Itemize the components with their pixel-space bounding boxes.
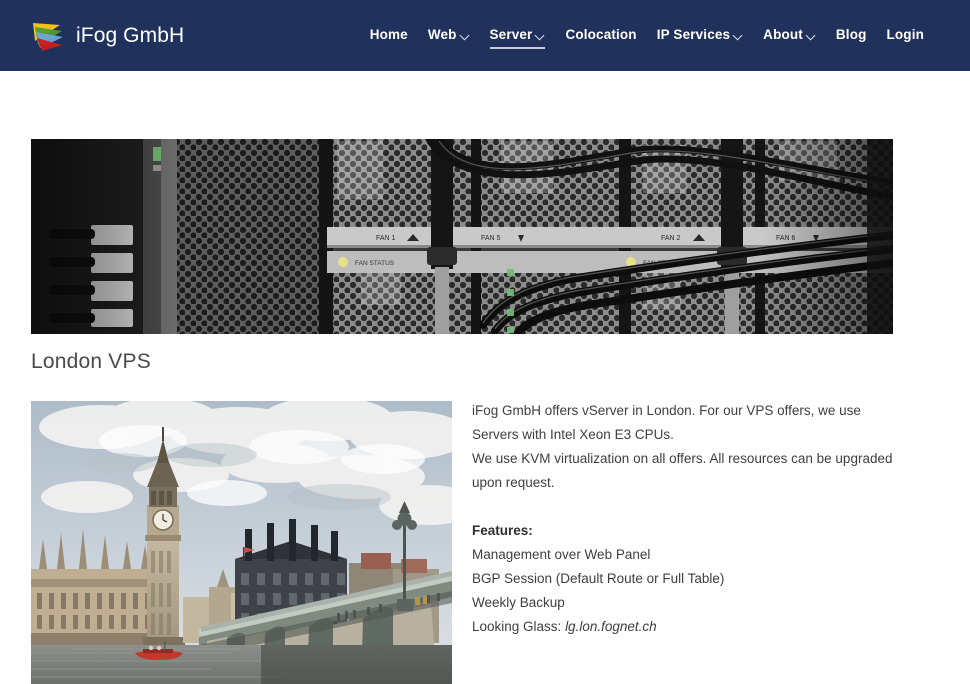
brand-home-link[interactable]: iFog GmbH: [31, 19, 184, 53]
nav-item-server[interactable]: Server: [480, 21, 556, 50]
feature-label: Looking Glass:: [472, 619, 566, 634]
page-title: London VPS: [31, 350, 151, 373]
features-heading: Features:: [472, 523, 533, 538]
nav-item-web[interactable]: Web: [418, 21, 480, 50]
nav-label: IP Services: [656, 27, 731, 42]
nav-label: About: [763, 27, 803, 42]
nav-item-about[interactable]: About: [753, 21, 826, 50]
nav-label: Web: [427, 27, 457, 42]
intro-paragraph-1: iFog GmbH offers vServer in London. For …: [472, 403, 861, 442]
ifog-triangles-logo-icon: [31, 19, 65, 53]
nav-label: Server: [489, 27, 533, 42]
nav-label: Colocation: [565, 27, 637, 42]
features-list: Management over Web Panel BGP Session (D…: [472, 543, 894, 639]
nav-label: Home: [369, 27, 408, 42]
feature-item: Management over Web Panel: [472, 543, 894, 567]
feature-label: Weekly Backup: [472, 595, 565, 610]
site-header: iFog GmbH Home Web Server Colocation IP …: [0, 0, 970, 71]
nav-item-ip-services[interactable]: IP Services: [647, 21, 753, 50]
nav-item-blog[interactable]: Blog: [826, 21, 877, 50]
feature-item-looking-glass: Looking Glass: lg.lon.fognet.ch: [472, 615, 894, 639]
london-city-image: [31, 401, 452, 684]
chevron-down-icon: [734, 31, 743, 40]
feature-label: BGP Session (Default Route or Full Table…: [472, 571, 725, 586]
nav-label: Blog: [835, 27, 867, 42]
feature-label: Management over Web Panel: [472, 547, 651, 562]
brand-name: iFog GmbH: [76, 23, 185, 47]
main-navigation: Home Web Server Colocation IP Services A…: [360, 21, 934, 50]
description-column: iFog GmbH offers vServer in London. For …: [472, 399, 894, 639]
looking-glass-hostname[interactable]: lg.lon.fognet.ch: [565, 619, 657, 634]
feature-item: BGP Session (Default Route or Full Table…: [472, 567, 894, 591]
intro-paragraph-2: We use KVM virtualization on all offers.…: [472, 451, 893, 490]
hero-banner-image: FAN 1 FAN 5 FAN 2 FAN 6 FAN STATUS FAN S…: [31, 139, 893, 334]
chevron-down-icon: [536, 31, 545, 40]
nav-label: Login: [886, 27, 924, 42]
feature-item: Weekly Backup: [472, 591, 894, 615]
nav-item-colocation[interactable]: Colocation: [555, 21, 646, 50]
chevron-down-icon: [807, 31, 816, 40]
chevron-down-icon: [461, 31, 470, 40]
nav-item-login[interactable]: Login: [877, 21, 935, 50]
nav-item-home[interactable]: Home: [360, 21, 418, 50]
